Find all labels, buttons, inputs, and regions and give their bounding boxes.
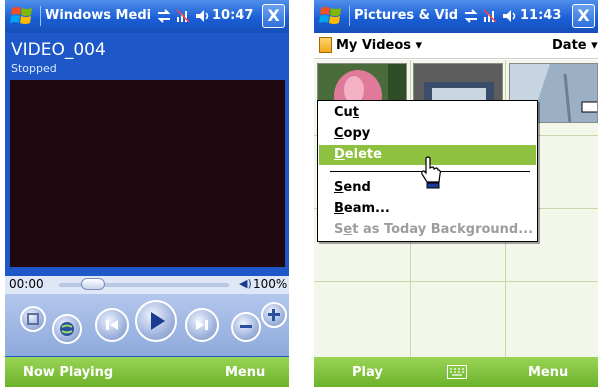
- seek-slider-thumb[interactable]: [81, 278, 105, 290]
- next-track-button[interactable]: [185, 308, 219, 342]
- skin-icon[interactable]: [20, 306, 46, 332]
- volume-icon: ◀): [239, 277, 252, 290]
- menu-softkey[interactable]: Menu: [225, 365, 265, 380]
- seek-bar-row: 00:00 ◀) 100%: [5, 276, 289, 294]
- close-button[interactable]: X: [262, 4, 285, 28]
- context-menu: Cut Copy Delete Send Beam... Set as Toda…: [317, 100, 538, 242]
- connectivity-icon[interactable]: [155, 7, 173, 25]
- window-title: Pictures & Vid: [354, 8, 459, 23]
- close-button[interactable]: X: [572, 4, 595, 28]
- hand-pointer-icon: [421, 156, 441, 189]
- menu-item-set-today-background[interactable]: Set as Today Background...: [319, 220, 536, 240]
- windows-start-icon[interactable]: [9, 4, 35, 28]
- menu-item-cut[interactable]: Cut: [319, 103, 536, 123]
- media-player-screen: Windows Medi 10:47 X VIDEO_004 Stopped 0…: [5, 0, 289, 387]
- player-controls: [5, 294, 289, 356]
- elapsed-time: 00:00: [9, 277, 44, 291]
- windows-start-icon[interactable]: [318, 4, 344, 28]
- volume-down-button[interactable]: [231, 312, 261, 342]
- playback-status: Stopped: [11, 62, 57, 75]
- previous-track-button[interactable]: [95, 308, 129, 342]
- clock[interactable]: 11:43: [520, 8, 561, 23]
- volume-up-button[interactable]: [261, 302, 287, 328]
- video-title: VIDEO_004: [11, 40, 106, 60]
- folder-dropdown[interactable]: My Videos ▾: [336, 38, 422, 53]
- signal-icon[interactable]: [482, 7, 500, 25]
- title-bar: Windows Medi 10:47 X: [5, 0, 289, 33]
- folder-header: My Videos ▾ Date ▾: [314, 33, 598, 59]
- window-title: Windows Medi: [45, 8, 152, 23]
- play-button[interactable]: [135, 300, 177, 342]
- soft-key-bar: Now Playing Menu: [5, 357, 289, 387]
- title-bar: Pictures & Vid 11:43 X: [314, 0, 598, 33]
- clock[interactable]: 10:47: [212, 8, 253, 23]
- volume-level: 100%: [253, 277, 288, 291]
- connectivity-icon[interactable]: [462, 7, 480, 25]
- pictures-videos-screen: Pictures & Vid 11:43 X My Videos ▾ Date …: [314, 0, 598, 387]
- play-softkey[interactable]: Play: [352, 365, 383, 380]
- menu-item-beam[interactable]: Beam...: [319, 199, 536, 219]
- speaker-icon[interactable]: [501, 7, 519, 25]
- video-display[interactable]: [10, 80, 285, 267]
- soft-key-bar: Play Menu: [314, 357, 598, 387]
- speaker-icon[interactable]: [194, 7, 212, 25]
- now-playing-softkey[interactable]: Now Playing: [23, 365, 113, 380]
- sort-dropdown[interactable]: Date ▾: [552, 38, 598, 53]
- keyboard-icon[interactable]: [447, 365, 467, 379]
- folder-icon: [319, 37, 332, 53]
- menu-item-copy[interactable]: Copy: [319, 124, 536, 144]
- signal-icon[interactable]: [175, 7, 193, 25]
- web-globe-icon[interactable]: [52, 314, 82, 344]
- menu-softkey[interactable]: Menu: [528, 365, 568, 380]
